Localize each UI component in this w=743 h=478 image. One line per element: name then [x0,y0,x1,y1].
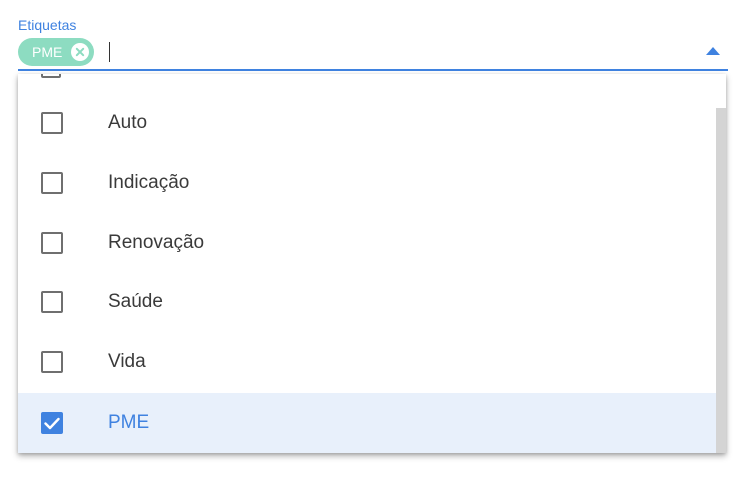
option-label: Renovação [108,232,205,253]
option-indicacao[interactable]: Indicação [18,153,718,213]
scrollbar[interactable] [716,108,726,453]
tags-field[interactable]: Etiquetas PME [18,0,728,73]
option-renovacao[interactable]: Renovação [18,213,718,273]
caret-up-icon[interactable] [705,45,721,57]
option-auto[interactable]: Auto [18,93,718,153]
option-vida[interactable]: Vida [18,332,718,392]
partial-checkbox [41,74,61,78]
option-label: Auto [108,112,148,133]
checkbox[interactable] [41,291,63,313]
checkbox-checked[interactable] [41,412,63,434]
option-label: Vida [108,351,146,372]
checkbox[interactable] [41,351,63,373]
option-saude[interactable]: Saúde [18,272,718,332]
chip-pme[interactable]: PME [18,38,95,66]
chip-label: PME [32,44,63,60]
option-pme[interactable]: PME [18,393,718,453]
checkbox[interactable] [41,172,63,194]
option-label: PME [108,412,150,433]
field-label: Etiquetas [18,17,77,33]
option-label: Indicação [108,172,190,193]
checkmark-icon [44,417,60,429]
field-underline [18,69,728,71]
checkbox[interactable] [41,112,63,134]
dropdown-menu[interactable]: Auto Indicação Renovação Saúde Vida PME [18,74,726,453]
text-cursor [109,42,110,62]
page: Etiquetas PME Auto Indicação Renovação S… [0,0,743,478]
option-label: Saúde [108,291,163,312]
checkbox[interactable] [41,232,63,254]
close-circle-icon[interactable] [70,42,90,62]
